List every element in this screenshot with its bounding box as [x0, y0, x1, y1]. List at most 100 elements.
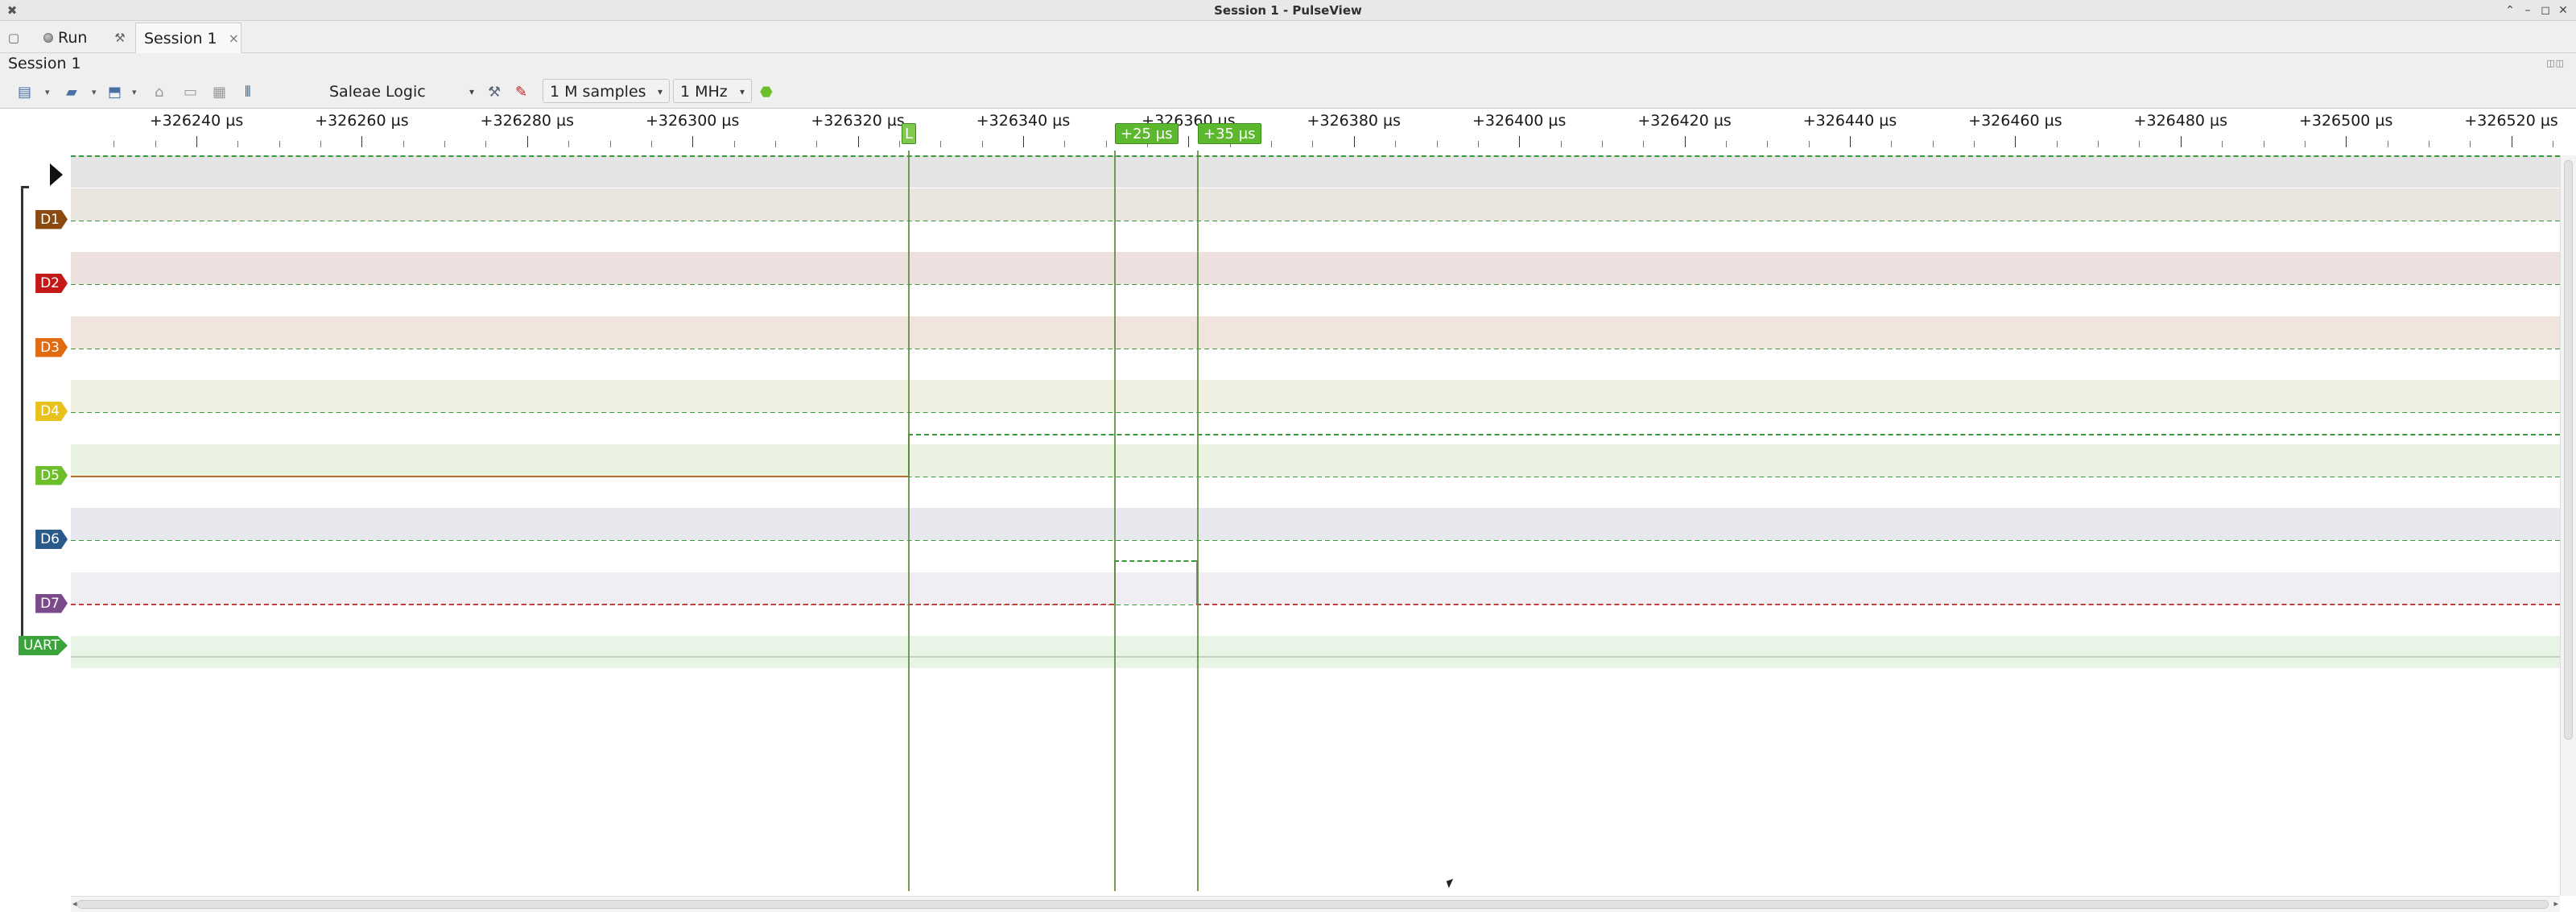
- tab-session-1[interactable]: Session 1 ×: [135, 23, 242, 53]
- vertical-scrollbar[interactable]: [2560, 155, 2576, 896]
- channel-lane-d3[interactable]: [71, 316, 2560, 380]
- ruler-tick-mark: [774, 141, 776, 147]
- minimize-up-icon[interactable]: ⌃: [2502, 2, 2518, 19]
- dock-buttons[interactable]: ◫◫: [2546, 58, 2565, 68]
- chevron-down-icon: ▾: [739, 86, 745, 97]
- trigger-icon[interactable]: ⬣: [760, 83, 773, 102]
- cursor-line[interactable]: [908, 151, 910, 891]
- ruler-tick-mark: [1643, 141, 1645, 147]
- ruler-tick-mark: [2098, 141, 2099, 147]
- probe-icon[interactable]: ✎: [515, 83, 527, 102]
- ruler-tick-mark: [940, 141, 942, 147]
- marker-flag-2[interactable]: +35 µs: [1198, 123, 1261, 144]
- channel-lane-d6[interactable]: [71, 508, 2560, 572]
- ruler-tick-label: +326440 µs: [1802, 112, 1897, 130]
- channel-lane-d2[interactable]: [71, 252, 2560, 316]
- lane-band: [71, 636, 2560, 668]
- channel-label-d6[interactable]: D6: [35, 530, 68, 549]
- run-button[interactable]: Run: [39, 26, 95, 50]
- ruler-tick-mark: [1436, 141, 1438, 147]
- cursor-icon[interactable]: ⫴: [245, 83, 251, 102]
- d7-signal-high: [1114, 559, 1196, 562]
- ruler-tick-mark: [981, 141, 983, 147]
- ruler-tick-mark: [2222, 141, 2223, 147]
- ruler-tick-mark: [237, 141, 239, 147]
- ruler-tick-mark: [2139, 141, 2140, 147]
- channel-label-d2[interactable]: D2: [35, 274, 68, 293]
- ruler-tick-mark: [1477, 141, 1479, 147]
- ruler-tick-mark: [1601, 141, 1603, 147]
- ruler-tick-mark: [857, 136, 859, 147]
- new-session-caret-icon[interactable]: ▾: [45, 83, 50, 102]
- ruler-tick-mark: [568, 141, 570, 147]
- horizontal-scrollbar[interactable]: ◂ ▸: [71, 896, 2560, 912]
- ruler-tick-mark: [526, 136, 528, 147]
- zoom-fit-icon[interactable]: ▦: [213, 83, 226, 102]
- channel-label-d5[interactable]: D5: [35, 465, 68, 485]
- ruler-tick-mark: [1850, 136, 1851, 147]
- trace-view[interactable]: +326240 µs +326260 µs +326280 µs +326300 µs…: [0, 108, 2576, 912]
- samplerate-select[interactable]: 1 MHz ▾: [673, 79, 752, 103]
- chevron-down-icon: ▾: [469, 86, 474, 97]
- menu-icon[interactable]: ▢: [5, 29, 23, 47]
- scroll-right-icon[interactable]: ▸: [2553, 898, 2558, 909]
- ruler-tick-mark: [1891, 141, 1893, 147]
- close-window-icon[interactable]: ✕: [2555, 2, 2571, 19]
- uart-baseline: [71, 656, 2560, 658]
- horizontal-scroll-thumb[interactable]: [77, 900, 2549, 909]
- time-ruler[interactable]: +326240 µs +326260 µs +326280 µs +326300 µs…: [71, 109, 2560, 151]
- marker-line-2[interactable]: [1197, 151, 1199, 891]
- ruler-tick-label: +326240 µs: [149, 112, 244, 130]
- lane-band: [71, 508, 2560, 540]
- maximize-icon[interactable]: ◻: [2537, 2, 2553, 19]
- ruler-tick-mark: [1023, 136, 1024, 147]
- channel-lane-uart[interactable]: [71, 636, 2560, 699]
- ruler-tick-label: +326340 µs: [976, 112, 1071, 130]
- ruler-tick-mark: [609, 141, 611, 147]
- channel-label-d7[interactable]: D7: [35, 593, 68, 613]
- group-expand-icon[interactable]: [50, 163, 63, 186]
- channel-lane-d1[interactable]: [71, 188, 2560, 252]
- channel-label-d3[interactable]: D3: [35, 337, 68, 357]
- configure-icon[interactable]: ⚒: [488, 83, 501, 102]
- marker-line-1[interactable]: [1114, 151, 1116, 891]
- ruler-tick-mark: [1932, 141, 1934, 147]
- channel-label-d4[interactable]: D4: [35, 402, 68, 421]
- run-icon: [43, 33, 53, 43]
- settings-icon[interactable]: ⚒: [111, 29, 129, 47]
- ruler-tick-mark: [402, 141, 404, 147]
- device-select[interactable]: Saleae Logic ▾: [324, 79, 481, 103]
- rate-label: 1 MHz: [680, 83, 728, 101]
- marker-flag-1[interactable]: +25 µs: [1115, 123, 1179, 144]
- channel-label-d1[interactable]: D1: [35, 209, 68, 229]
- ruler-tick-mark: [1353, 136, 1355, 147]
- samples-select[interactable]: 1 M samples ▾: [543, 79, 670, 103]
- channel-label-uart[interactable]: UART: [18, 636, 68, 655]
- minimize-icon[interactable]: –: [2520, 2, 2536, 19]
- ruler-tick-mark: [1271, 141, 1273, 147]
- d5-signal-low: [71, 475, 908, 477]
- zoom-out-icon[interactable]: ▭: [184, 83, 197, 102]
- cursor-flag[interactable]: L: [902, 123, 916, 144]
- close-tab-icon[interactable]: ×: [229, 31, 239, 46]
- scroll-left-icon[interactable]: ◂: [72, 898, 77, 909]
- lane-band: [71, 444, 2560, 477]
- ruler-tick-mark: [444, 141, 446, 147]
- tab-label: Session 1: [144, 29, 217, 47]
- ruler-tick-mark: [361, 136, 363, 147]
- ruler-tick-label: +326380 µs: [1307, 112, 1402, 130]
- new-session-icon[interactable]: ▤: [18, 83, 31, 102]
- save-caret-icon[interactable]: ▾: [132, 83, 137, 102]
- vertical-scroll-thumb[interactable]: [2564, 160, 2573, 740]
- samples-label: 1 M samples: [550, 83, 646, 101]
- ruler-tick-label: +326420 µs: [1637, 112, 1732, 130]
- open-icon[interactable]: ▰: [66, 83, 77, 102]
- title-bar: ✖ Session 1 - PulseView ⌃ – ◻ ✕: [0, 0, 2576, 21]
- open-caret-icon[interactable]: ▾: [92, 83, 97, 102]
- save-icon[interactable]: ⬒: [108, 83, 122, 102]
- ruler-tick-mark: [1188, 136, 1190, 147]
- ruler-tick-mark: [2346, 136, 2347, 147]
- ruler-tick-label: +326300 µs: [645, 112, 740, 130]
- traces[interactable]: [71, 155, 2560, 836]
- zoom-in-icon[interactable]: ⌂: [155, 83, 163, 102]
